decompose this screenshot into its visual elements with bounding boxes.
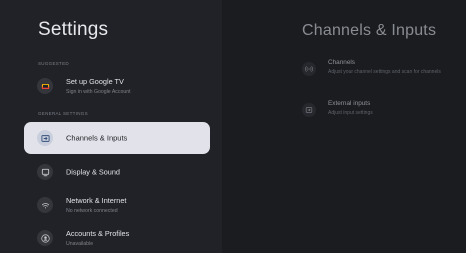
google-tv-icon <box>37 78 53 94</box>
menu-item-display-sound[interactable]: Display & Sound <box>24 156 210 188</box>
item-subtitle: Sign in with Google Account <box>66 89 131 95</box>
details-item-title: Channels <box>328 59 356 66</box>
item-title: Channels & Inputs <box>66 133 128 143</box>
item-subtitle: No network connected <box>66 208 118 214</box>
item-title: Display & Sound <box>66 167 120 177</box>
antenna-icon <box>302 62 316 76</box>
menu-item-network-internet[interactable]: Network & Internet No network connected <box>24 189 210 221</box>
section-label-suggested: SUGGESTED <box>38 61 69 66</box>
page-title: Settings <box>38 19 109 40</box>
details-item-description: Adjust your channel settings and scan fo… <box>328 69 441 75</box>
details-title: Channels & Inputs <box>302 22 437 39</box>
external-input-icon <box>302 103 316 117</box>
item-title: Accounts & Profiles <box>66 229 130 238</box>
input-icon <box>37 130 53 146</box>
account-icon <box>37 230 53 246</box>
details-item-title: External inputs <box>328 100 371 107</box>
wifi-icon <box>37 197 53 213</box>
menu-item-setup-google-tv[interactable]: Set up Google TV Sign in with Google Acc… <box>24 70 210 102</box>
details-item-description: Adjust input settings <box>328 110 373 116</box>
item-title: Set up Google TV <box>66 77 124 86</box>
menu-item-channels-inputs[interactable]: Channels & Inputs <box>24 122 210 154</box>
item-title: Network & Internet <box>66 196 127 205</box>
display-icon <box>37 164 53 180</box>
menu-item-accounts-profiles[interactable]: Accounts & Profiles Unavailable <box>24 222 210 253</box>
item-subtitle: Unavailable <box>66 241 94 247</box>
section-label-general: GENERAL SETTINGS <box>38 111 88 116</box>
